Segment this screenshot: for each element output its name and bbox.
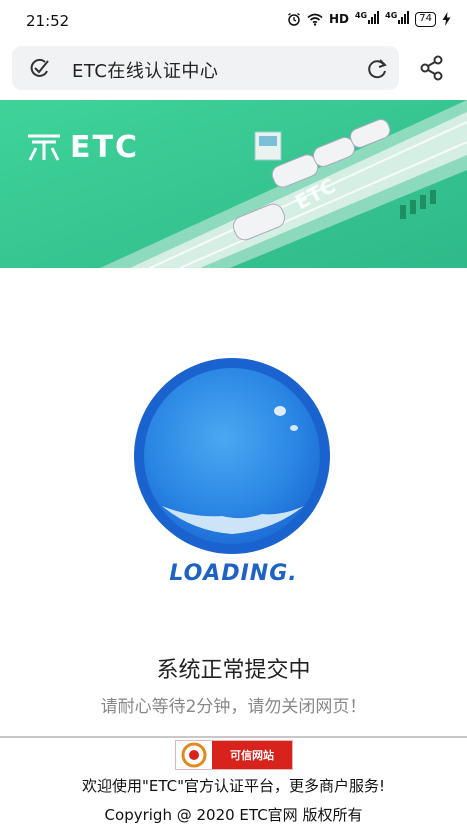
footer-welcome: 欢迎使用"ETC"官方认证平台，更多商户服务! xyxy=(81,777,386,795)
charging-bolt-icon xyxy=(442,12,451,26)
hd-label: HD xyxy=(328,12,349,26)
address-bar[interactable]: ETC在线认证中心 xyxy=(12,46,399,90)
wait-instruction: 请耐心等待2分钟，请勿关闭网页！ xyxy=(100,697,367,717)
trusted-site-label: 可信网站 xyxy=(212,741,292,769)
status-icons: HD 4G 4G 74 xyxy=(287,11,451,27)
reload-icon[interactable] xyxy=(365,57,389,81)
banner-illustration: ETC xyxy=(0,100,467,268)
signal-2: 4G xyxy=(385,11,410,27)
loading-orb-icon xyxy=(134,358,330,554)
loading-orb xyxy=(132,356,332,556)
status-message: 系统正常提交中 xyxy=(156,658,311,683)
signal-bars-icon xyxy=(368,11,380,24)
signal-bars-icon xyxy=(398,11,410,24)
signal-1: 4G xyxy=(354,11,380,27)
share-icon[interactable] xyxy=(419,55,445,81)
trusted-site-badge[interactable]: 可信网站 xyxy=(175,740,293,770)
status-time: 21:52 xyxy=(26,12,70,30)
footer-copyright: Copyrigh @ 2020 ETC官网 版权所有 xyxy=(104,806,363,824)
etc-banner: ETC xyxy=(0,100,467,268)
status-bar: 21:52 HD 4G 4G 74 xyxy=(0,0,467,42)
trusted-site-logo-icon xyxy=(176,741,212,769)
search-engine-icon[interactable] xyxy=(28,57,52,79)
battery-level: 74 xyxy=(415,11,436,27)
etc-logo: ETC xyxy=(26,130,139,165)
signal-2-label: 4G xyxy=(385,11,398,20)
etc-logo-icon xyxy=(28,134,60,161)
loading-label: LOADING. xyxy=(169,561,298,586)
alarm-icon xyxy=(288,12,300,26)
signal-1-label: 4G xyxy=(354,11,368,20)
page-title[interactable]: ETC在线认证中心 xyxy=(72,57,218,83)
etc-logo-text: ETC xyxy=(70,130,139,165)
footer-divider xyxy=(0,736,467,738)
wifi-icon xyxy=(307,13,323,26)
